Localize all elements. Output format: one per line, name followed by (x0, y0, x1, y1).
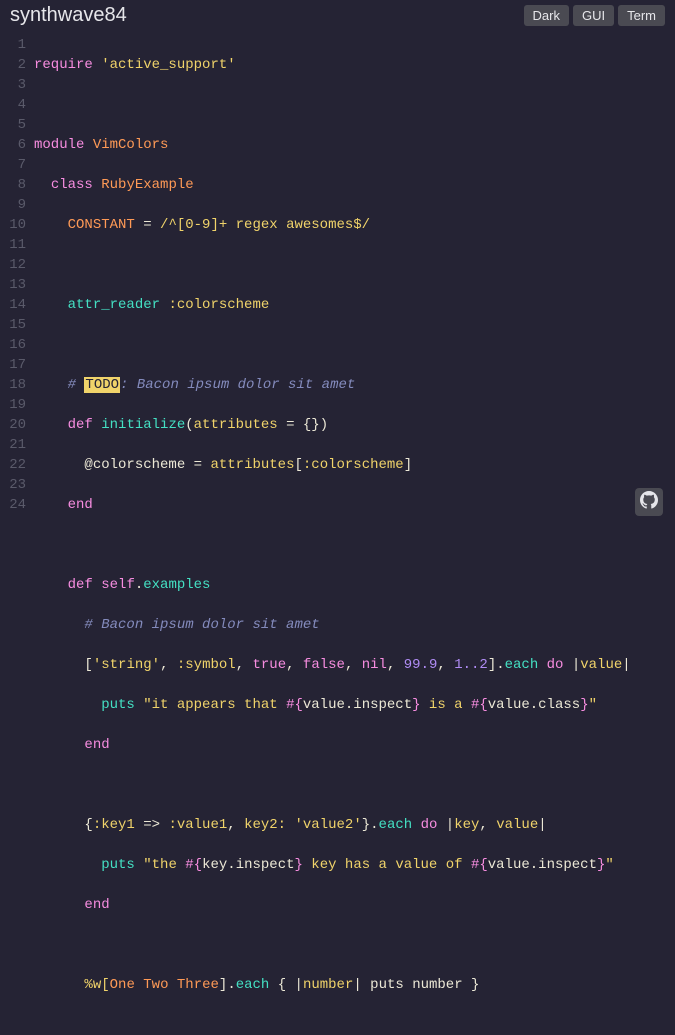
dark-button[interactable]: Dark (524, 5, 569, 26)
line-number: 16 (0, 335, 26, 355)
todo-highlight: TODO (84, 377, 120, 393)
line-number: 13 (0, 275, 26, 295)
line-number: 17 (0, 355, 26, 375)
line-number: 4 (0, 95, 26, 115)
code-line: class RubyExample (34, 175, 675, 195)
github-icon (640, 491, 658, 514)
mode-buttons: Dark GUI Term (524, 5, 665, 26)
line-number: 11 (0, 235, 26, 255)
code-area[interactable]: require 'active_support' module VimColor… (34, 35, 675, 1035)
code-line: @colorscheme = attributes[:colorscheme] (34, 455, 675, 475)
code-line: # Bacon ipsum dolor sit amet (34, 615, 675, 635)
line-number: 5 (0, 115, 26, 135)
line-number: 1 (0, 35, 26, 55)
code-line (34, 335, 675, 355)
github-link[interactable] (635, 488, 663, 516)
line-number-gutter: 1 2 3 4 5 6 7 8 9 10 11 12 13 14 15 16 1… (0, 35, 34, 1035)
code-editor: 1 2 3 4 5 6 7 8 9 10 11 12 13 14 15 16 1… (0, 33, 675, 1035)
line-number: 20 (0, 415, 26, 435)
line-number: 14 (0, 295, 26, 315)
code-line: %w[One Two Three].each { |number| puts n… (34, 975, 675, 995)
code-line: puts "it appears that #{value.inspect} i… (34, 695, 675, 715)
gui-button[interactable]: GUI (573, 5, 614, 26)
line-number: 15 (0, 315, 26, 335)
line-number: 2 (0, 55, 26, 75)
line-number: 23 (0, 475, 26, 495)
line-number: 18 (0, 375, 26, 395)
code-line (34, 935, 675, 955)
term-button[interactable]: Term (618, 5, 665, 26)
line-number: 3 (0, 75, 26, 95)
line-number: 9 (0, 195, 26, 215)
line-number: 24 (0, 495, 26, 515)
line-number: 10 (0, 215, 26, 235)
code-line: {:key1 => :value1, key2: 'value2'}.each … (34, 815, 675, 835)
code-line: module VimColors (34, 135, 675, 155)
line-number: 7 (0, 155, 26, 175)
code-line (34, 95, 675, 115)
code-line: puts "the #{key.inspect} key has a value… (34, 855, 675, 875)
code-line: end (34, 735, 675, 755)
line-number: 12 (0, 255, 26, 275)
line-number: 21 (0, 435, 26, 455)
code-line: ['string', :symbol, true, false, nil, 99… (34, 655, 675, 675)
code-line: end (34, 495, 675, 515)
code-line: def self.examples (34, 575, 675, 595)
code-line: CONSTANT = /^[0-9]+ regex awesomes$/ (34, 215, 675, 235)
code-line: # TODO: Bacon ipsum dolor sit amet (34, 375, 675, 395)
code-line (34, 535, 675, 555)
code-line: require 'active_support' (34, 55, 675, 75)
code-line: def initialize(attributes = {}) (34, 415, 675, 435)
code-line (34, 775, 675, 795)
theme-title: synthwave84 (10, 4, 127, 27)
code-line: end (34, 895, 675, 915)
line-number: 6 (0, 135, 26, 155)
code-line (34, 255, 675, 275)
header: synthwave84 Dark GUI Term (0, 0, 675, 33)
line-number: 19 (0, 395, 26, 415)
line-number: 22 (0, 455, 26, 475)
code-line: attr_reader :colorscheme (34, 295, 675, 315)
line-number: 8 (0, 175, 26, 195)
